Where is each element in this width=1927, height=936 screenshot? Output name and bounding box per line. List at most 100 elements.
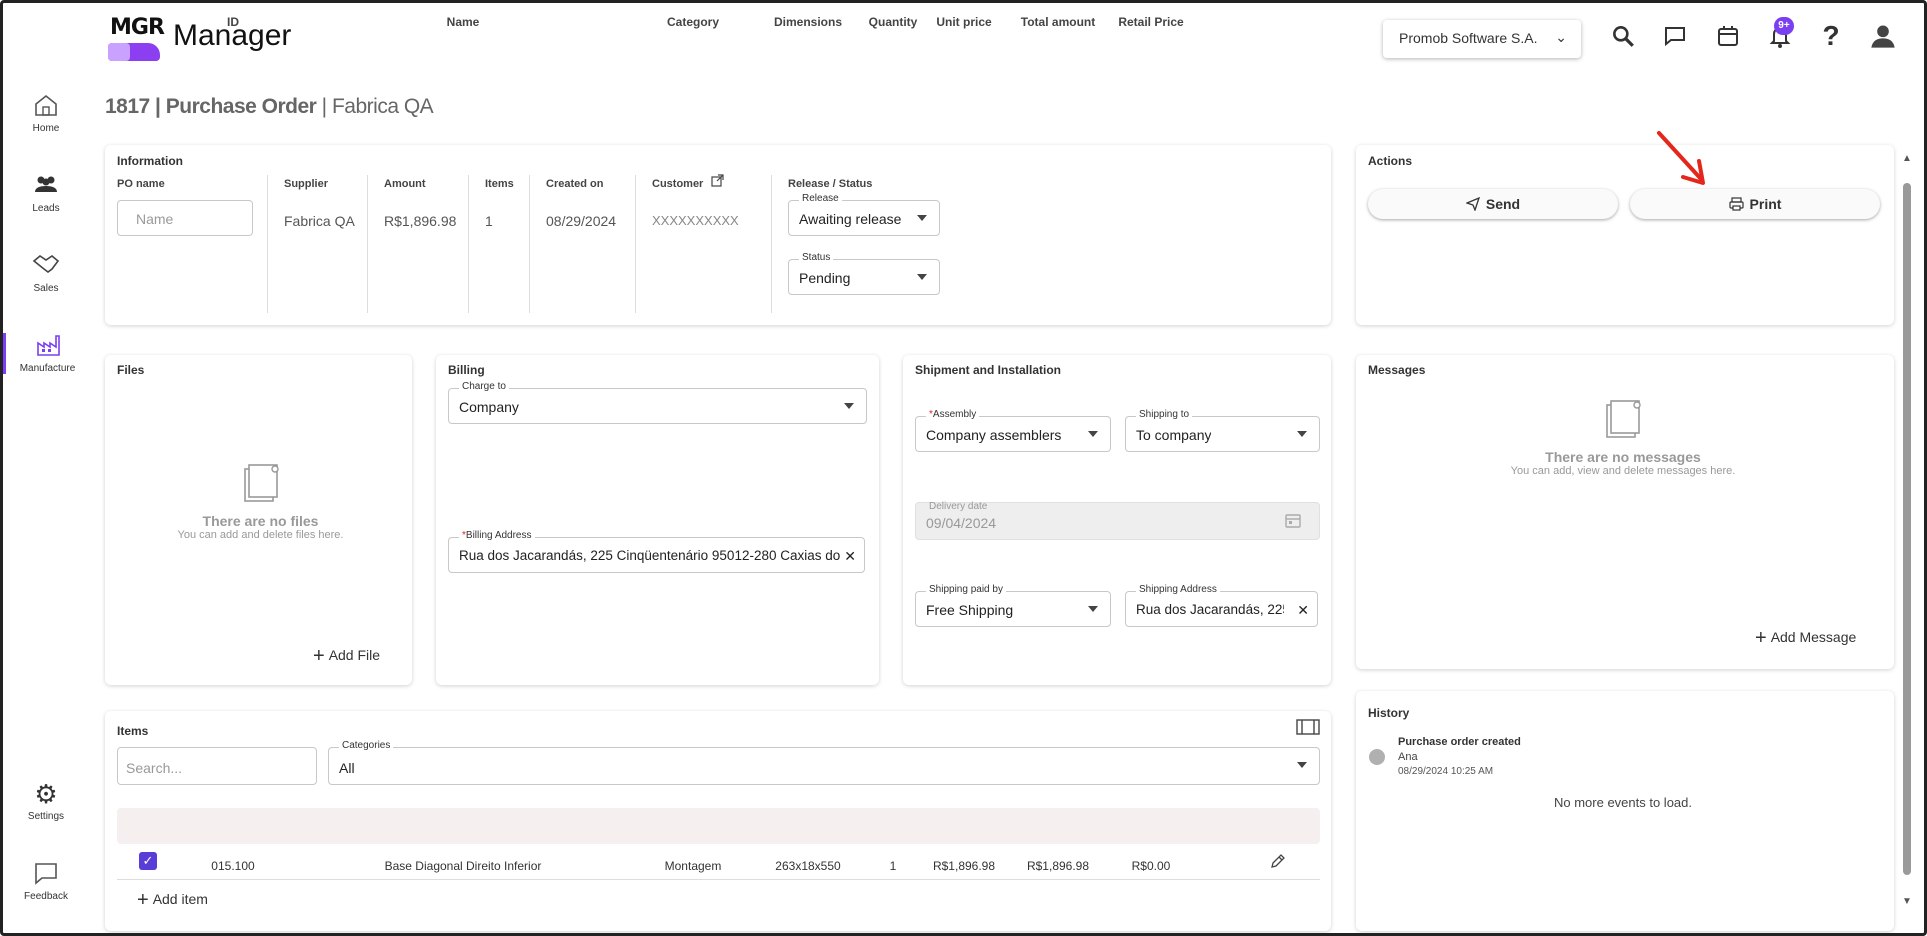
created-value: 08/29/2024 [546, 213, 617, 229]
supplier-label: Supplier [284, 178, 329, 190]
cell-id: 015.100 [211, 859, 255, 873]
charge-to-value: Company [459, 399, 519, 415]
home-icon [32, 93, 60, 119]
cell-dimensions: 263x18x550 [775, 859, 841, 873]
items-label: Items [485, 178, 514, 190]
edit-icon[interactable] [1270, 853, 1286, 874]
delivery-date-field: Delivery date 09/04/2024 [915, 501, 1320, 540]
categories-select[interactable]: Categories All [328, 740, 1320, 785]
app-logo[interactable]: MGR [108, 15, 165, 61]
shipping-address-field[interactable]: Shipping Address Rua dos Jacarandás, 225… [1125, 584, 1318, 627]
clear-icon[interactable]: ✕ [844, 548, 856, 565]
row-checkbox[interactable]: ✓ [139, 852, 157, 870]
history-card [1356, 691, 1894, 931]
files-title: Files [117, 363, 145, 377]
company-selector[interactable]: Promob Software S.A. ⌄ [1383, 20, 1581, 58]
column-header-name[interactable]: Name [383, 15, 543, 29]
assembly-select[interactable]: *Assembly Company assemblers [915, 409, 1111, 452]
messages-title: Messages [1368, 363, 1426, 377]
plus-icon: + [137, 889, 149, 911]
information-card [105, 145, 1331, 325]
amount-value: R$1,896.98 [384, 213, 457, 229]
shipping-to-select[interactable]: Shipping to To company [1125, 409, 1320, 452]
scroll-down-arrow-icon[interactable]: ▼ [1902, 896, 1912, 907]
shipping-paid-by-value: Free Shipping [926, 602, 1014, 618]
sidebar-item-label: Sales [33, 283, 59, 294]
sidebar-item-label: Settings [27, 811, 65, 822]
factory-icon [34, 333, 62, 359]
created-label: Created on [546, 178, 604, 190]
delivery-date-value: 09/04/2024 [926, 515, 997, 531]
shipping-paid-by-select[interactable]: Shipping paid by Free Shipping [915, 584, 1111, 627]
column-header-unit-price[interactable]: Unit price [929, 15, 999, 29]
caret-down-icon [844, 403, 854, 409]
status-select[interactable]: Status Pending [788, 252, 940, 295]
calendar-icon[interactable] [1713, 21, 1743, 51]
scroll-up-arrow-icon[interactable]: ▲ [1902, 153, 1912, 164]
cell-quantity: 1 [889, 859, 897, 873]
sidebar-item-home[interactable]: Home [3, 93, 89, 134]
caret-down-icon [1297, 762, 1307, 768]
column-header-category[interactable]: Category [653, 15, 733, 29]
external-link-icon[interactable] [711, 174, 724, 187]
po-supplier: Fabrica QA [331, 95, 434, 118]
sidebar-item-manufacture[interactable]: Manufacture [3, 333, 89, 374]
cell-unit-price: R$1,896.98 [932, 859, 996, 873]
po-type: Purchase Order [165, 95, 317, 118]
billing-title: Billing [448, 363, 485, 377]
items-search-input[interactable]: Search... [117, 747, 317, 785]
logo-text: MGR [110, 15, 165, 40]
caret-down-icon [1297, 431, 1307, 437]
status-value: Pending [799, 270, 851, 286]
sidebar-item-label: Manufacture [19, 363, 76, 374]
column-header-dimensions[interactable]: Dimensions [763, 15, 853, 29]
column-toggle-icon[interactable] [1296, 719, 1320, 740]
sidebar-item-leads[interactable]: Leads [3, 173, 89, 214]
release-select[interactable]: Release Awaiting release [788, 193, 940, 236]
column-header-quantity[interactable]: Quantity [860, 15, 926, 29]
sidebar-item-settings[interactable]: ⚙ Settings [3, 781, 89, 822]
notification-badge: 9+ [1774, 17, 1794, 35]
release-value: Awaiting release [799, 211, 902, 227]
sidebar-item-sales[interactable]: Sales [3, 253, 89, 294]
history-event-user: Ana [1398, 751, 1418, 763]
cell-category: Montagem [664, 859, 722, 873]
clear-icon[interactable]: ✕ [1297, 602, 1309, 619]
search-icon[interactable] [1608, 21, 1638, 51]
cell-name: Base Diagonal Direito Inferior [384, 859, 542, 873]
history-dot [1369, 749, 1385, 765]
add-item-button[interactable]: + Add item [137, 889, 208, 912]
caret-down-icon [917, 274, 927, 280]
send-icon [1465, 191, 1480, 221]
caret-down-icon [917, 215, 927, 221]
actions-card [1356, 145, 1894, 325]
column-header-id[interactable]: ID [203, 15, 263, 29]
scrollbar-thumb[interactable] [1903, 183, 1911, 875]
billing-address-value: Rua dos Jacarandás, 225 Cinqüentenário 9… [459, 548, 843, 563]
column-header-total-amount[interactable]: Total amount [1013, 15, 1103, 29]
customer-label: Customer [652, 178, 704, 190]
user-avatar-icon[interactable] [1868, 21, 1898, 51]
shipping-address-value: Rua dos Jacarandás, 225 [1136, 602, 1284, 617]
billing-address-field[interactable]: *Billing Address Rua dos Jacarandás, 225… [448, 530, 865, 573]
column-header-retail-price[interactable]: Retail Price [1109, 15, 1193, 29]
sidebar-item-label: Feedback [24, 891, 68, 902]
help-icon[interactable]: ? [1816, 20, 1846, 51]
categories-value: All [339, 760, 355, 776]
add-message-button[interactable]: + Add Message [1755, 627, 1856, 650]
sidebar-item-feedback[interactable]: Feedback [3, 861, 89, 902]
calendar-icon [1285, 512, 1301, 531]
po-name-input[interactable]: Name [117, 200, 253, 236]
po-name-label: PO name [117, 178, 165, 190]
send-button[interactable]: Send [1368, 189, 1618, 219]
shipment-title: Shipment and Installation [915, 363, 1062, 377]
chat-icon[interactable] [1660, 21, 1690, 51]
items-value: 1 [485, 213, 493, 229]
app-window: MGR Manager Promob Software S.A. ⌄ 9+ ? [0, 0, 1927, 936]
company-name: Promob Software S.A. [1399, 30, 1538, 46]
document-icon [241, 463, 281, 505]
add-file-button[interactable]: + Add File [313, 645, 380, 668]
charge-to-select[interactable]: Charge to Company [448, 381, 867, 424]
people-icon [32, 173, 60, 199]
printer-icon [1728, 191, 1744, 221]
